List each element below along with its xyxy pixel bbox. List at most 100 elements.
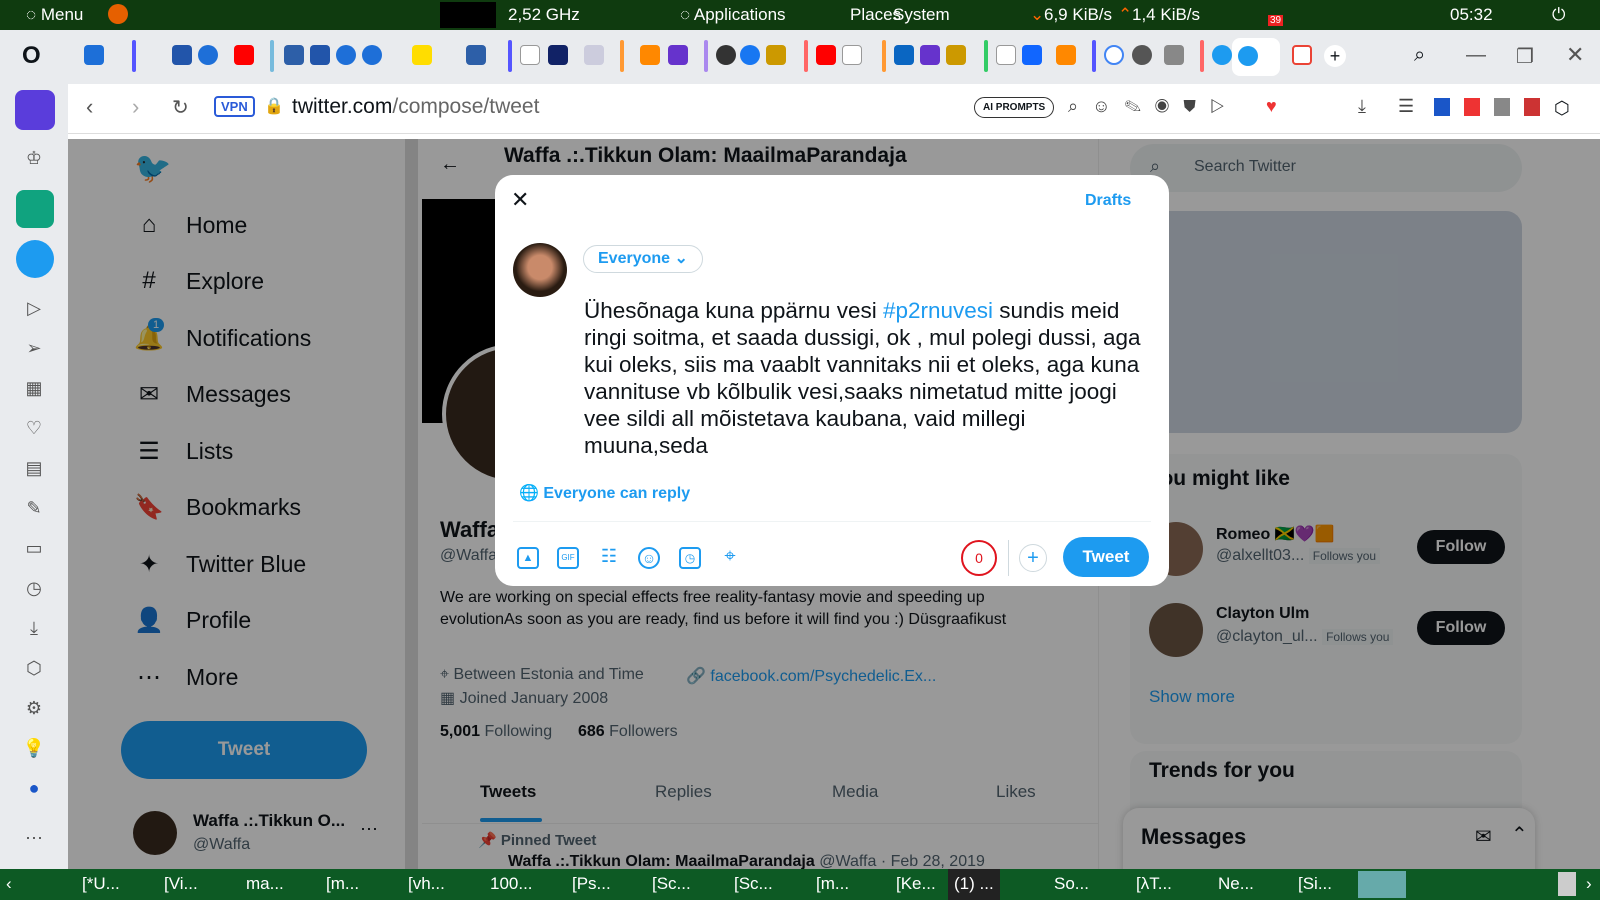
tab-favicon[interactable] <box>584 45 604 65</box>
gif-icon[interactable]: GIF <box>557 547 579 569</box>
taskbar-item[interactable]: [Sc... <box>652 874 691 894</box>
taskbar-scroll-left[interactable]: ‹ <box>6 874 12 894</box>
trash-icon[interactable] <box>1558 872 1576 896</box>
add-thread-button[interactable]: + <box>1019 544 1047 572</box>
close-icon[interactable]: ✕ <box>511 187 529 213</box>
extensions-icon[interactable] <box>1494 98 1510 116</box>
tab-favicon[interactable] <box>946 45 966 65</box>
more-icon[interactable]: ⋯ <box>22 826 46 850</box>
active-tab[interactable] <box>1232 38 1280 76</box>
speed-dial-icon[interactable]: ▦ <box>22 376 46 400</box>
minimize-button[interactable]: — <box>1466 44 1486 67</box>
applications-menu[interactable]: ◌ Applications <box>680 5 786 25</box>
taskbar-item[interactable]: Ne... <box>1218 874 1254 894</box>
reply-settings-button[interactable]: 🌐 Everyone can reply <box>519 483 690 503</box>
taskbar-item[interactable]: [m... <box>326 874 359 894</box>
taskbar-item[interactable]: [vh... <box>408 874 445 894</box>
twitter-sidebar-icon[interactable] <box>16 240 54 278</box>
taskbar-item[interactable]: [λT... <box>1136 874 1172 894</box>
taskbar-item[interactable]: So... <box>1054 874 1089 894</box>
tab-favicon[interactable] <box>84 45 104 65</box>
new-tab-button[interactable]: + <box>1324 45 1346 67</box>
close-window-button[interactable]: ✕ <box>1566 42 1584 68</box>
wikipedia-tab-icon[interactable] <box>842 45 862 65</box>
drafts-button[interactable]: Drafts <box>1085 192 1131 210</box>
news-icon[interactable]: ▤ <box>22 456 46 480</box>
player-icon[interactable]: ▷ <box>22 296 46 320</box>
user-avatar[interactable] <box>513 243 567 297</box>
back-button[interactable]: ‹ <box>86 94 93 120</box>
menu-button[interactable]: ◌ Menu <box>26 5 83 25</box>
extensions-icon[interactable]: ⬡ <box>22 656 46 680</box>
tab-favicon[interactable] <box>766 45 786 65</box>
linkedin-tab-icon[interactable] <box>894 45 914 65</box>
tab-favicon[interactable] <box>1056 45 1076 65</box>
youtube-tab-icon[interactable] <box>234 45 254 65</box>
taskbar-item[interactable]: 100... <box>490 874 533 894</box>
tabs-icon[interactable]: ▭ <box>22 536 46 560</box>
lock-icon[interactable]: 🔒 <box>264 96 284 116</box>
taskbar-item[interactable]: [Sc... <box>734 874 773 894</box>
tab-search-icon[interactable]: ⌕ <box>1414 44 1425 67</box>
restore-button[interactable]: ❐ <box>1516 44 1534 69</box>
hashtag[interactable]: #p2rnuvesi <box>883 298 993 323</box>
crown-icon[interactable]: ♔ <box>22 146 46 170</box>
media-icon[interactable]: ▲ <box>517 547 539 569</box>
easy-setup-icon[interactable]: ☰ <box>1398 96 1414 117</box>
vpn-badge[interactable]: VPN <box>214 96 255 117</box>
taskbar-item[interactable]: [Ke... <box>896 874 936 894</box>
downloads-icon[interactable]: ⤓ <box>22 616 46 640</box>
chat-icon[interactable]: ● <box>22 776 46 800</box>
tab-favicon[interactable] <box>548 45 568 65</box>
tab-favicon[interactable] <box>920 45 940 65</box>
tab-favicon[interactable] <box>996 45 1016 65</box>
tweet-submit-button[interactable]: Tweet <box>1063 537 1149 577</box>
workspaces-icon[interactable] <box>15 90 55 130</box>
send-icon[interactable]: ➢ <box>22 336 46 360</box>
extension-icon[interactable] <box>1524 98 1540 116</box>
download-icon[interactable]: ⤓ <box>1358 96 1366 117</box>
emoji-icon[interactable]: ☺ <box>638 547 660 569</box>
tweet-text-area[interactable]: Ühesõnaga kuna ppärnu vesi #p2rnuvesi su… <box>584 297 1144 459</box>
twitter-tab-icon[interactable] <box>1212 45 1232 65</box>
settings-icon[interactable]: ⚙ <box>22 696 46 720</box>
tab-favicon[interactable] <box>336 45 356 65</box>
tab-favicon[interactable] <box>362 45 382 65</box>
tab-favicon[interactable] <box>412 45 432 65</box>
taskbar-item[interactable]: [Vi... <box>164 874 198 894</box>
tips-icon[interactable]: 💡 <box>22 736 46 760</box>
schedule-icon[interactable]: ◷ <box>679 547 701 569</box>
heart-icon[interactable]: ♡ <box>22 416 46 440</box>
address-bar-tools-icons[interactable]: ⌕☺✎◉⛊▷ <box>1068 96 1238 117</box>
tab-favicon[interactable] <box>284 45 304 65</box>
power-icon[interactable]: ⏻ <box>1552 5 1565 25</box>
taskbar-scroll-right[interactable]: › <box>1586 874 1592 894</box>
wikipedia-tab-icon[interactable] <box>520 45 540 65</box>
tab-favicon[interactable] <box>172 45 192 65</box>
gmail-tab-icon[interactable] <box>1292 45 1312 65</box>
facebook-tab-icon[interactable] <box>740 45 760 65</box>
tab-favicon[interactable] <box>310 45 330 65</box>
youtube-tab-icon[interactable] <box>816 45 836 65</box>
taskbar-opera-item[interactable] <box>1358 871 1406 898</box>
audience-dropdown[interactable]: Everyone ⌄ <box>583 245 703 273</box>
tab-favicon[interactable] <box>716 45 736 65</box>
taskbar-item[interactable]: ma... <box>246 874 284 894</box>
reload-button[interactable]: ↻ <box>172 95 189 120</box>
taskbar-item[interactable]: [Si... <box>1298 874 1332 894</box>
tab-favicon[interactable] <box>1022 45 1042 65</box>
ai-prompts-button[interactable]: AI PROMPTS <box>974 97 1055 118</box>
location-icon[interactable]: ⌖ <box>719 546 741 569</box>
poll-icon[interactable]: ☷ <box>598 547 620 569</box>
history-icon[interactable]: ◷ <box>22 576 46 600</box>
tab-favicon[interactable] <box>640 45 660 65</box>
taskbar-item-active[interactable]: (1) ... <box>948 869 1000 900</box>
opera-logo-icon[interactable]: O <box>22 42 41 70</box>
tab-favicon[interactable] <box>1164 45 1184 65</box>
tab-favicon[interactable] <box>198 45 218 65</box>
tab-favicon[interactable] <box>1132 45 1152 65</box>
tab-favicon[interactable] <box>668 45 688 65</box>
firefox-icon[interactable] <box>108 4 128 24</box>
pinboard-icon[interactable]: ✎ <box>22 496 46 520</box>
taskbar-item[interactable]: [Ps... <box>572 874 611 894</box>
